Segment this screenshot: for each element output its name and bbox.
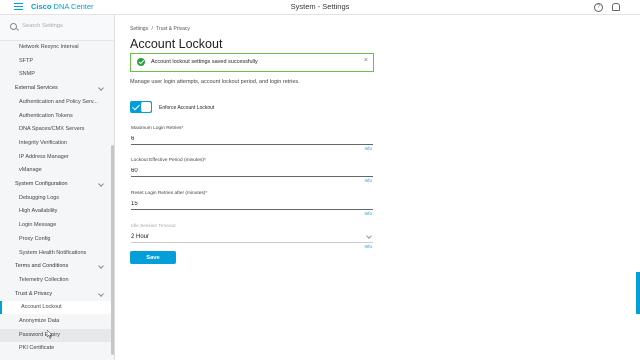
notification-bell-icon[interactable] [612,3,620,11]
max-retries-label: Maximum Login Retries* [131,126,184,131]
sidebar-item-network-resync-interval[interactable]: Network Resync Interval [0,41,112,54]
sidebar-item-authentication-and-policy-serv[interactable]: Authentication and Policy Serv... [0,96,112,109]
reset-retries-label: Reset Login Retries after (minutes)* [131,191,208,196]
sidebar-item-label: Trust & Privacy [15,290,53,297]
close-icon[interactable]: × [364,57,368,64]
sidebar-item-label: System Health Notifications [19,249,87,256]
max-retries-info-link[interactable]: Info [364,146,372,151]
chevron-down-icon [366,233,372,239]
sidebar-item-account-lockout[interactable]: Account Lockout [0,301,112,315]
sidebar-item-label: Authentication Tokens [19,112,73,119]
sidebar-item-debugging-logs[interactable]: Debugging Logs [0,192,112,205]
sidebar-item-password-expiry[interactable]: Password Expiry [0,328,112,342]
sidebar-item-label: Authentication and Policy Serv... [19,98,98,105]
sidebar-item-system-health-notifications[interactable]: System Health Notifications [0,247,112,260]
sidebar-item-label: IP Address Manager [19,153,69,160]
sidebar-item-label: SNMP [19,71,35,78]
page-title: Account Lockout [130,37,223,51]
sidebar-item-label: Network Resync Interval [19,44,79,50]
checkmark-icon [132,102,140,111]
sidebar-item-label: Telemetry Collection [19,276,69,283]
sidebar-item-snmp[interactable]: SNMP [0,68,112,81]
sidebar-item-label: SFTP [19,57,34,64]
alert-message: Account lockout settings saved successfu… [151,59,258,65]
sidebar-item-label: Anonymize Data [19,318,60,324]
chevron-down-icon[interactable] [98,263,104,270]
sidebar-item-high-availability[interactable]: High Availability [0,205,112,218]
window-title: System - Settings [290,2,350,11]
sidebar-item-ip-address-manager[interactable]: IP Address Manager [0,151,112,164]
success-check-icon [137,58,145,66]
sidebar-group-system-configuration[interactable]: System Configuration [0,178,112,191]
idle-timeout-label: Idle Session Timeout [131,224,176,229]
sidebar-item-label: Login Message [19,222,57,229]
sidebar-item-label: System Configuration [15,181,68,187]
chevron-down-icon[interactable] [98,85,104,91]
breadcrumb-settings[interactable]: Settings [130,26,148,32]
breadcrumb-trust-privacy[interactable]: Trust & Privacy [156,26,190,32]
sidebar-item-label: Integrity Verification [19,139,67,146]
sidebar-item-proxy-config[interactable]: Proxy Config [0,233,112,246]
sidebar-item-label: Password Expiry [19,331,60,338]
reset-retries-input[interactable] [131,199,373,210]
sidebar-item-vmanage[interactable]: vManage [0,164,112,177]
search-icon [10,23,17,30]
lockout-period-label: Lockout Effective Period (minutes)* [131,158,206,163]
feedback-tab[interactable] [636,272,640,314]
idle-timeout-value: 2 Hour [131,234,150,240]
sidebar-group-trust-privacy[interactable]: Trust & Privacy [0,288,112,301]
top-bar: Cisco DNA Center System - Settings ? [0,0,640,15]
sidebar-item-label: PKI Certificate [19,345,55,352]
lockout-period-input[interactable] [131,166,373,177]
reset-retries-info-link[interactable]: Info [364,211,372,216]
mouse-cursor-icon [47,330,53,339]
sidebar-item-label: vManage [19,167,42,174]
sidebar-item-label: Proxy Config [19,235,51,242]
sidebar-group-terms-and-conditions[interactable]: Terms and Conditions [0,260,112,273]
breadcrumb: Settings / Trust & Privacy [130,26,192,32]
sidebar-item-label: Debugging Logs [19,194,60,201]
sidebar-item-label: External Services [15,85,58,92]
idle-timeout-info-link[interactable]: Info [364,244,372,249]
chevron-down-icon[interactable] [98,290,104,297]
enforce-lockout-toggle[interactable] [130,101,152,113]
success-alert: Account lockout settings saved successfu… [130,53,374,72]
idle-timeout-select[interactable]: 2 Hour [131,232,373,243]
sidebar-item-label: High Availability [19,208,58,215]
sidebar-item-anonymize-data[interactable]: Anonymize Data [0,315,112,328]
main-content: Settings / Trust & Privacy Account Locko… [115,15,640,360]
sidebar-group-external-services[interactable]: External Services [0,82,112,95]
sidebar-item-pki-certificate[interactable]: PKI Certificate [0,342,112,355]
page-description: Manage user login attempts, account lock… [130,79,300,85]
sidebar-item-authentication-tokens[interactable]: Authentication Tokens [0,110,112,123]
toggle-knob [141,102,151,112]
help-icon[interactable]: ? [594,3,603,12]
sidebar-item-telemetry-collection[interactable]: Telemetry Collection [0,274,112,287]
save-button[interactable]: Save [130,251,176,264]
sidebar-item-label: DNA Spaces/CMX Servers [19,126,85,133]
sidebar-scrollbar[interactable] [111,145,114,355]
lockout-period-info-link[interactable]: Info [364,178,372,183]
sidebar-item-label: Account Lockout [21,304,62,311]
sidebar-item-label: Terms and Conditions [15,263,69,270]
chevron-down-icon[interactable] [98,181,104,187]
breadcrumb-separator: / [151,26,153,32]
sidebar-item-dna-spaces-cmx-servers[interactable]: DNA Spaces/CMX Servers [0,123,112,136]
sidebar-item-integrity-verification[interactable]: Integrity Verification [0,137,112,150]
sidebar-item-sftp[interactable]: SFTP [0,55,112,68]
max-retries-input[interactable] [131,134,373,145]
sidebar-search [0,15,114,41]
enforce-lockout-label: Enforce Account Lockout [159,105,215,111]
sidebar-item-login-message[interactable]: Login Message [0,219,112,232]
settings-sidebar: Network Resync Interval SFTP SNMP External … [0,15,115,360]
search-input[interactable] [22,23,108,29]
